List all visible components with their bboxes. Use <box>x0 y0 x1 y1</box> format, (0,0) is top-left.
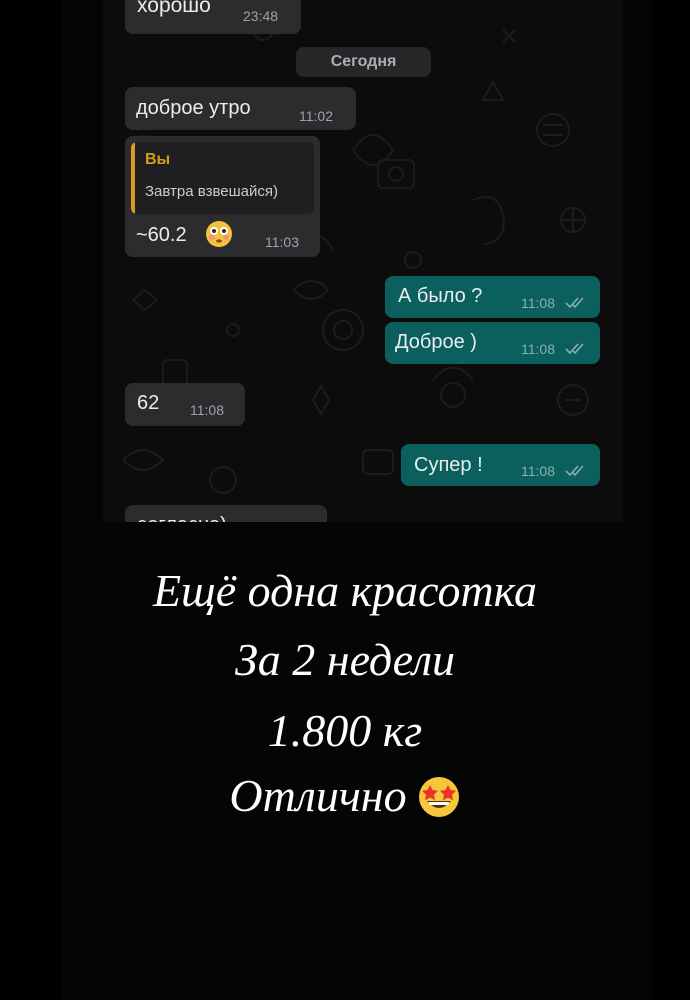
star-struck-face-icon <box>418 777 459 817</box>
read-receipt-icon <box>565 343 584 355</box>
quote-text: Завтра взвешайся) <box>145 183 278 200</box>
message-time: 11:08 <box>190 402 224 418</box>
message-time: 11:08 <box>521 295 555 311</box>
flushed-face-icon <box>206 221 232 247</box>
message-time: 11:03 <box>265 234 299 250</box>
partial-message-top[interactable]: хорошо 23:48 <box>125 0 301 34</box>
caption-line-3: 1.800 кг <box>267 705 423 756</box>
message-text: А было ? <box>398 285 483 307</box>
message-text: 62 <box>137 392 160 414</box>
message-time: 11:08 <box>521 341 555 357</box>
message-time: 11:02 <box>299 108 333 124</box>
caption-line-4-wrap: Отлично <box>0 768 690 824</box>
incoming-message[interactable]: 62 11:08 <box>125 383 245 426</box>
message-text: хорошо <box>137 0 211 17</box>
read-receipt-icon <box>565 465 584 477</box>
partial-message-bottom[interactable]: согласна) <box>125 505 327 522</box>
message-text: ~60.2 <box>136 224 187 246</box>
chat-screenshot: хорошо 23:48 Сегодня доброе утро 11:02 В… <box>103 0 623 522</box>
story-left-edge <box>0 0 62 1000</box>
message-time: 11:08 <box>521 463 555 479</box>
caption-line-2: За 2 недели <box>234 634 456 685</box>
incoming-reply-message[interactable]: Вы Завтра взвешайся) ~60.2 11:03 <box>125 136 320 257</box>
message-text: Супер ! <box>414 454 483 476</box>
caption-line-4: Отлично <box>229 770 407 821</box>
read-receipt-icon <box>565 297 584 309</box>
message-text: согласна) <box>137 514 227 522</box>
caption-line-1: Ещё одна красотка <box>152 565 538 616</box>
outgoing-message[interactable]: А было ? 11:08 <box>385 276 600 318</box>
quoted-message[interactable]: Вы Завтра взвешайся) <box>131 142 314 214</box>
message-text: Доброе ) <box>395 331 477 353</box>
message-text: доброе утро <box>136 97 251 119</box>
message-time: 23:48 <box>243 8 279 24</box>
date-divider: Сегодня <box>296 47 431 77</box>
incoming-message[interactable]: доброе утро 11:02 <box>125 87 356 130</box>
quote-accent-bar <box>131 142 135 214</box>
quote-author: Вы <box>145 151 171 168</box>
outgoing-message[interactable]: Доброе ) 11:08 <box>385 322 600 364</box>
outgoing-message[interactable]: Супер ! 11:08 <box>401 444 600 486</box>
story-right-edge <box>652 0 690 1000</box>
